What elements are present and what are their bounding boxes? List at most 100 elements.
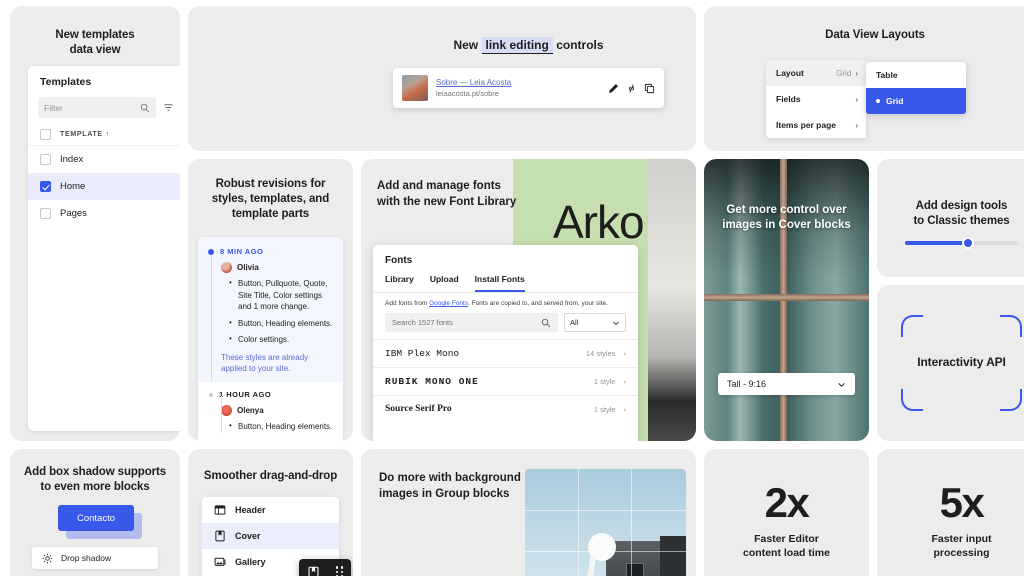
title-line-1: Add design tools — [915, 200, 1008, 212]
list-item-label: Cover — [235, 531, 261, 541]
row-label: Index — [60, 154, 84, 165]
submenu-item-label: Table — [876, 70, 898, 80]
card-group-blocks: Do more with background images in Group … — [361, 449, 696, 576]
title-line-2: images in Cover blocks — [722, 219, 851, 232]
aspect-ratio-select[interactable]: Tall - 9:16 — [718, 373, 855, 395]
submenu-item-label: Grid — [886, 96, 904, 106]
pencil-icon[interactable] — [608, 83, 619, 94]
revision-entry[interactable]: 1 HOUR AGO Olenya Button, Heading elemen… — [208, 382, 335, 433]
drag-toolbar[interactable] — [299, 559, 351, 576]
card-link-editing: New link editing controls Sobre — Leia A… — [361, 6, 696, 151]
table-row[interactable]: Index — [28, 146, 180, 173]
cover-image — [704, 159, 869, 441]
menu-item-label: Items per page — [776, 120, 836, 130]
feature-grid: New templates data view Templates Filter… — [0, 0, 1024, 576]
row-label: Home — [60, 181, 86, 192]
submenu-item-table[interactable]: Table — [866, 62, 966, 88]
slider-fill — [905, 241, 965, 245]
row-checkbox[interactable] — [40, 154, 51, 165]
category-select[interactable]: All — [564, 313, 626, 332]
grid-line-icon — [631, 469, 633, 576]
revision-time-label: 8 MIN AGO — [220, 247, 264, 256]
search-input[interactable]: Search 1527 fonts — [385, 313, 558, 332]
timeline-dot-icon — [208, 248, 214, 255]
title-line-2: to Classic themes — [913, 215, 1010, 228]
stat-label: Faster Editor content load time — [743, 533, 830, 560]
description-post: . Fonts are copied to, and served from, … — [468, 300, 608, 307]
font-list-item[interactable]: RUBIK MONO ONE 1 style › — [373, 367, 638, 395]
avatar — [221, 262, 232, 273]
font-style-count: 1 style — [593, 404, 616, 414]
table-row[interactable]: Pages — [28, 200, 180, 227]
avatar — [221, 405, 232, 417]
revision-entry[interactable]: 8 MIN AGO Olivia Button, Pullquote, Quot… — [198, 237, 343, 383]
list-item: Color settings. — [229, 333, 335, 346]
row-label: Pages — [60, 208, 87, 219]
font-styles: 1 style › — [594, 405, 626, 414]
aspect-ratio-value: Tall - 9:16 — [727, 379, 767, 389]
title-line-1: Get more control over — [726, 204, 847, 216]
slider-handle[interactable] — [961, 237, 974, 249]
row-checkbox[interactable] — [40, 181, 51, 192]
tab-upload[interactable]: Upload — [430, 274, 459, 292]
list-item: Button, Heading elements. — [229, 420, 335, 433]
google-fonts-link[interactable]: Google Fonts — [429, 300, 468, 307]
link-title[interactable]: Sobre — Leia Acosta — [436, 78, 600, 87]
title-line-2: data view — [69, 44, 121, 57]
unlink-icon[interactable] — [626, 83, 637, 94]
chevron-right-icon: › — [855, 68, 858, 78]
timeline-dot-icon — [209, 392, 213, 397]
title-line-1: Add and manage fonts — [377, 180, 501, 192]
list-item: Button, Pullquote, Quote, Site Title, Co… — [229, 277, 335, 313]
menu-item-layout[interactable]: Layout Grid › — [766, 60, 866, 86]
fonts-search-row: Search 1527 fonts All — [373, 313, 638, 339]
row-checkbox[interactable] — [40, 208, 51, 219]
select-all-checkbox[interactable] — [40, 129, 51, 140]
cover-block-icon[interactable] — [307, 566, 320, 576]
menu-item-value: Grid — [836, 68, 852, 78]
tab-install-fonts[interactable]: Install Fonts — [474, 274, 525, 292]
list-item: Button, Heading elements. — [229, 317, 335, 330]
chevron-down-icon — [612, 319, 620, 327]
link-url: leiaacosta.pt/sobre — [436, 89, 499, 98]
grid-line-icon — [578, 469, 580, 576]
corner-arc-bottom-right-icon — [1000, 389, 1022, 411]
submenu-item-grid[interactable]: Grid — [866, 88, 966, 114]
drop-shadow-option[interactable]: Drop shadow — [32, 547, 158, 569]
filter-settings-icon[interactable] — [163, 102, 174, 113]
header-block-icon — [214, 504, 226, 516]
contacto-button[interactable]: Contacto — [58, 505, 134, 531]
tab-library[interactable]: Library — [385, 274, 414, 292]
list-item[interactable]: Cover — [202, 523, 339, 549]
timeline-line — [221, 396, 222, 433]
copy-icon[interactable] — [644, 83, 655, 94]
font-name: Source Serif Pro — [385, 404, 452, 414]
menu-item-items-per-page[interactable]: Items per page › — [766, 112, 866, 138]
selected-dot-icon — [876, 99, 880, 103]
table-row[interactable]: Home — [28, 173, 180, 200]
title-line-1: Do more with background — [379, 472, 521, 484]
chevron-right-icon: › — [855, 94, 858, 104]
revision-user: Olenya — [221, 405, 335, 417]
card-drag-and-drop: Smoother drag-and-drop Header Cover Gall… — [188, 449, 353, 576]
design-slider[interactable] — [905, 237, 1018, 249]
fonts-tabs: Library Upload Install Fonts — [373, 274, 638, 293]
card-stat-input-processing: 5x Faster input processing — [877, 449, 1024, 576]
revision-time: 8 MIN AGO — [208, 247, 335, 256]
drag-handle-icon[interactable] — [335, 565, 344, 576]
revision-user: Olivia — [221, 262, 335, 273]
list-item-label: Gallery — [235, 557, 266, 567]
font-list-item[interactable]: Source Serif Pro 1 style › — [373, 395, 638, 422]
stat-label-line-2: content load time — [743, 546, 830, 559]
window-frame-horizontal — [704, 294, 869, 302]
title-line-2: to even more blocks — [40, 481, 150, 494]
font-list-item[interactable]: IBM Plex Mono 14 styles › — [373, 339, 638, 367]
list-item[interactable]: Header — [202, 497, 339, 523]
filter-input[interactable]: Filter — [38, 97, 156, 118]
card-title: Add design tools to Classic themes — [877, 199, 1024, 229]
menu-item-fields[interactable]: Fields › — [766, 86, 866, 112]
heading-pre: New — [453, 38, 479, 52]
title-line-2: images in Group blocks — [379, 487, 510, 500]
font-name: RUBIK MONO ONE — [385, 376, 479, 387]
list-item-label: Header — [235, 505, 266, 515]
